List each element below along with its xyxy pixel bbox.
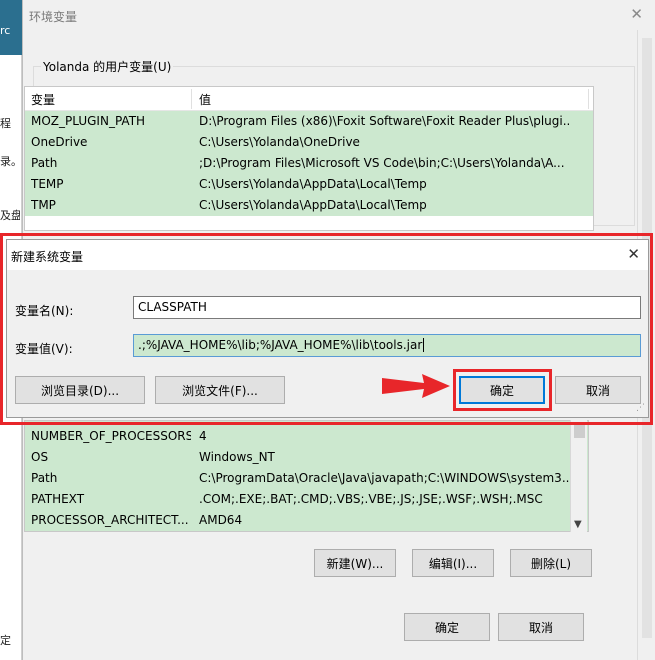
list-header: 变量 值: [25, 87, 593, 111]
column-header-value[interactable]: 值: [199, 91, 211, 108]
table-row[interactable]: TMP C:\Users\Yolanda\AppData\Local\Temp: [25, 195, 593, 216]
dialog-highlight-frame: [0, 233, 653, 425]
close-icon[interactable]: ✕: [630, 5, 643, 23]
edit-system-variable-button[interactable]: 编辑(I)...: [412, 549, 494, 577]
dialog-title: 环境变量: [29, 10, 78, 24]
column-header-variable[interactable]: 变量: [31, 91, 55, 108]
background-fragment: rc: [0, 24, 11, 37]
background-fragment: 及盘: [0, 209, 20, 222]
ok-button-highlight: [453, 369, 552, 411]
variable-value: C:\Users\Yolanda\OneDrive: [199, 135, 360, 149]
table-row[interactable]: PATHEXT .COM;.EXE;.BAT;.CMD;.VBS;.VBE;.J…: [25, 489, 588, 510]
ok-button[interactable]: 确定: [404, 613, 490, 641]
variable-name: PATHEXT: [31, 492, 85, 506]
table-row[interactable]: TEMP C:\Users\Yolanda\AppData\Local\Temp: [25, 174, 593, 195]
variable-name: MOZ_PLUGIN_PATH: [31, 114, 146, 128]
arrow-icon: [382, 374, 450, 398]
variable-value: C:\Users\Yolanda\AppData\Local\Temp: [199, 198, 427, 212]
variable-name: TMP: [31, 198, 56, 212]
table-row[interactable]: PROCESSOR_ARCHITECT... AMD64: [25, 510, 588, 531]
variable-name: Path: [31, 156, 58, 170]
variable-value: ;D:\Program Files\Microsoft VS Code\bin;…: [199, 156, 565, 170]
variable-value: C:\ProgramData\Oracle\Java\javapath;C:\W…: [199, 471, 569, 485]
variable-name: PROCESSOR_ARCHITECT...: [31, 513, 189, 527]
variable-name: NUMBER_OF_PROCESSORS: [31, 429, 191, 443]
variable-name: OS: [31, 450, 49, 464]
variable-value: C:\Users\Yolanda\AppData\Local\Temp: [199, 177, 427, 191]
new-system-variable-button[interactable]: 新建(W)...: [314, 549, 396, 577]
chevron-down-icon[interactable]: ▼: [574, 519, 582, 530]
table-row[interactable]: MOZ_PLUGIN_PATH D:\Program Files (x86)\F…: [25, 111, 593, 132]
variable-value: D:\Program Files (x86)\Foxit Software\Fo…: [199, 114, 569, 128]
variable-name: TEMP: [31, 177, 64, 191]
table-row[interactable]: OS Windows_NT: [25, 447, 588, 468]
system-variables-list[interactable]: NUMBER_OF_PROCESSORS 4 OS Windows_NT Pat…: [24, 420, 589, 532]
delete-system-variable-button[interactable]: 删除(L): [510, 549, 592, 577]
user-variables-label: Yolanda 的用户变量(U): [41, 58, 174, 75]
background-fragment: 程: [0, 117, 11, 130]
user-variables-list[interactable]: 变量 值 MOZ_PLUGIN_PATH D:\Program Files (x…: [24, 86, 594, 231]
table-row[interactable]: NUMBER_OF_PROCESSORS 4: [25, 426, 588, 447]
variable-name: Path: [31, 471, 58, 485]
system-list-scrollbar[interactable]: ▼: [570, 420, 587, 532]
variable-value: Windows_NT: [199, 450, 275, 464]
background-fragment: 录。: [0, 155, 20, 168]
background-fragment: 定: [0, 634, 11, 647]
variable-value: .COM;.EXE;.BAT;.CMD;.VBS;.VBE;.JS;.JSE;.…: [199, 492, 543, 506]
table-row[interactable]: Path C:\ProgramData\Oracle\Java\javapath…: [25, 468, 588, 489]
variable-value: AMD64: [199, 513, 243, 527]
cancel-button[interactable]: 取消: [498, 613, 584, 641]
table-row[interactable]: OneDrive C:\Users\Yolanda\OneDrive: [25, 132, 593, 153]
variable-name: OneDrive: [31, 135, 88, 149]
variable-value: 4: [199, 429, 207, 443]
table-row[interactable]: Path ;D:\Program Files\Microsoft VS Code…: [25, 153, 593, 174]
